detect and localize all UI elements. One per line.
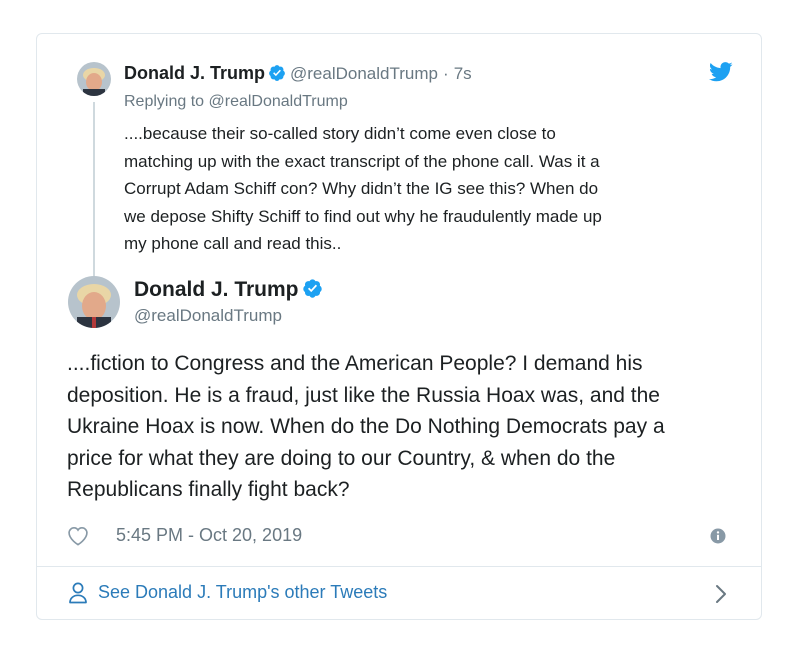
main-author-handle[interactable]: @realDonaldTrump [134,306,282,326]
parent-tweet-header: Donald J. Trump @realDonaldTrump · 7s [124,63,472,87]
info-icon[interactable] [710,528,726,544]
parent-text-line: matching up with the exact transcript of… [124,151,600,171]
parent-tweet-time[interactable]: 7s [454,64,472,83]
avatar-image [77,62,111,96]
parent-tweet-text: ....because their so-called story didn’t… [124,120,684,258]
separator-dot: · [443,64,449,83]
parent-avatar[interactable] [77,62,111,96]
replying-to-label[interactable]: Replying to @realDonaldTrump [124,93,348,111]
parent-text-line: ....because their so-called story didn’t… [124,124,556,143]
thread-connector-line [93,102,95,298]
avatar-image [68,276,120,328]
parent-author-name[interactable]: Donald J. Trump [124,63,265,83]
main-avatar[interactable] [68,276,120,328]
verified-badge-icon [302,278,323,305]
main-tweet-text: ....fiction to Congress and the American… [67,348,757,506]
chevron-right-icon [715,584,727,604]
main-text-line: Republicans finally fight back? [67,478,350,502]
see-other-tweets-label: See Donald J. Trump's other Tweets [98,582,388,602]
parent-text-line: we depose Shifty Schiff to find out why … [124,206,602,226]
tweet-timestamp[interactable]: 5:45 PM - Oct 20, 2019 [116,525,302,546]
main-text-line: deposition. He is a fraud, just like the… [67,383,660,407]
main-author-name-row: Donald J. Trump [134,278,327,305]
see-other-tweets-link[interactable]: See Donald J. Trump's other Tweets [37,567,761,620]
embedded-tweet-card: Donald J. Trump @realDonaldTrump · 7s Rep… [36,33,762,620]
person-icon [68,582,88,604]
main-text-line: ....fiction to Congress and the American… [67,352,643,375]
parent-author-handle[interactable]: @realDonaldTrump [290,64,438,83]
main-text-line: price for what they are doing to our Cou… [67,446,616,470]
parent-text-line: Corrupt Adam Schiff con? Why didn’t the … [124,179,599,198]
main-text-line: Ukraine Hoax is now. When do the Do Noth… [67,415,665,439]
twitter-bird-icon[interactable] [708,62,733,82]
main-author-name[interactable]: Donald J. Trump [134,278,299,301]
heart-icon[interactable] [67,526,89,546]
parent-text-line: my phone call and read this.. [124,234,342,253]
verified-badge-icon [268,64,286,87]
